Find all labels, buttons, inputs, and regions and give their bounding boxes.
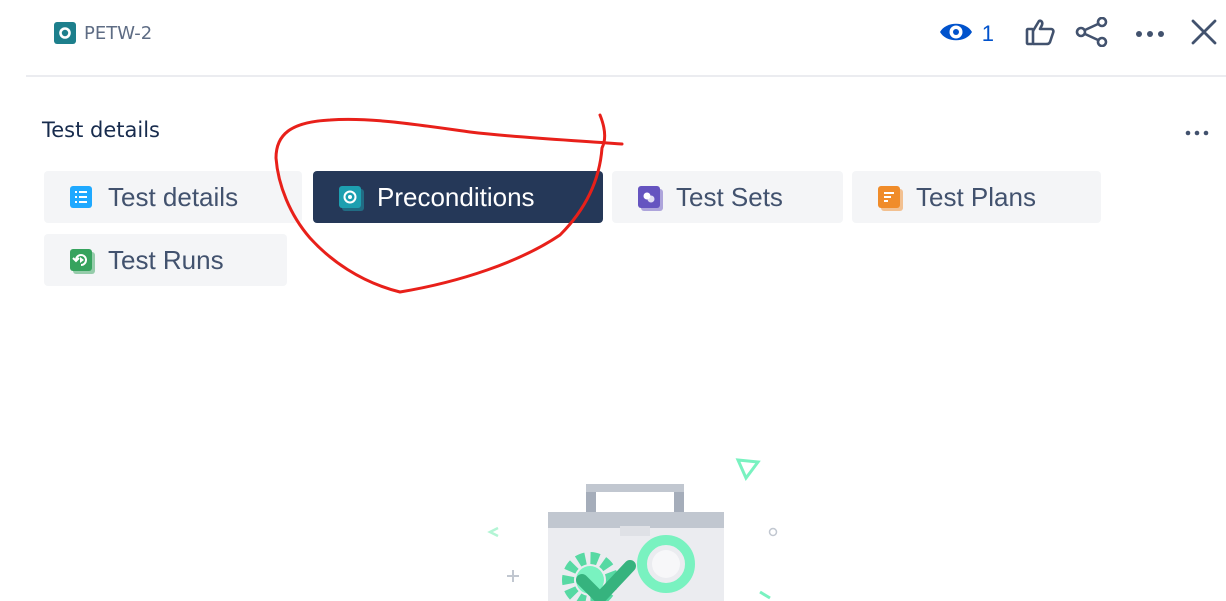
tab-label: Preconditions bbox=[377, 181, 535, 212]
watch-button[interactable]: 1 bbox=[938, 18, 994, 51]
empty-state-illustration bbox=[487, 458, 778, 601]
more-horizontal-icon bbox=[1185, 123, 1209, 141]
eye-icon bbox=[938, 18, 974, 51]
thumbs-up-icon bbox=[1024, 17, 1056, 52]
share-icon bbox=[1075, 16, 1109, 52]
watch-count: 1 bbox=[981, 21, 994, 46]
close-button[interactable] bbox=[1182, 18, 1226, 51]
header-actions: 1 bbox=[938, 14, 1226, 54]
header-divider bbox=[26, 75, 1226, 77]
issue-key-text: PETW-2 bbox=[84, 22, 153, 44]
tab-label: Test Plans bbox=[916, 181, 1036, 212]
close-icon bbox=[1190, 18, 1218, 51]
more-actions-button[interactable] bbox=[1128, 25, 1172, 43]
tab-label: Test Sets bbox=[676, 181, 783, 212]
tab-label: Test Runs bbox=[108, 244, 224, 275]
more-horizontal-icon bbox=[1135, 25, 1165, 43]
issue-header: PETW-2 1 bbox=[0, 0, 1226, 76]
tab-preconditions[interactable]: Preconditions bbox=[313, 171, 603, 223]
section-more-button[interactable] bbox=[1182, 122, 1212, 142]
tab-test-runs[interactable]: Test Runs bbox=[44, 234, 287, 286]
precondition-issue-icon bbox=[54, 22, 76, 44]
precondition-icon bbox=[339, 186, 364, 211]
section-title: Test details bbox=[42, 118, 160, 142]
test-set-icon bbox=[638, 186, 663, 211]
tab-test-plans[interactable]: Test Plans bbox=[852, 171, 1101, 223]
test-plan-icon bbox=[878, 186, 903, 211]
share-button[interactable] bbox=[1070, 16, 1114, 52]
list-icon bbox=[70, 186, 92, 208]
like-button[interactable] bbox=[1020, 17, 1060, 52]
issue-key-link[interactable]: PETW-2 bbox=[54, 22, 152, 44]
tab-test-sets[interactable]: Test Sets bbox=[612, 171, 843, 223]
test-run-icon bbox=[70, 249, 95, 274]
tab-label: Test details bbox=[108, 181, 239, 212]
tab-test-details[interactable]: Test details bbox=[44, 171, 302, 223]
